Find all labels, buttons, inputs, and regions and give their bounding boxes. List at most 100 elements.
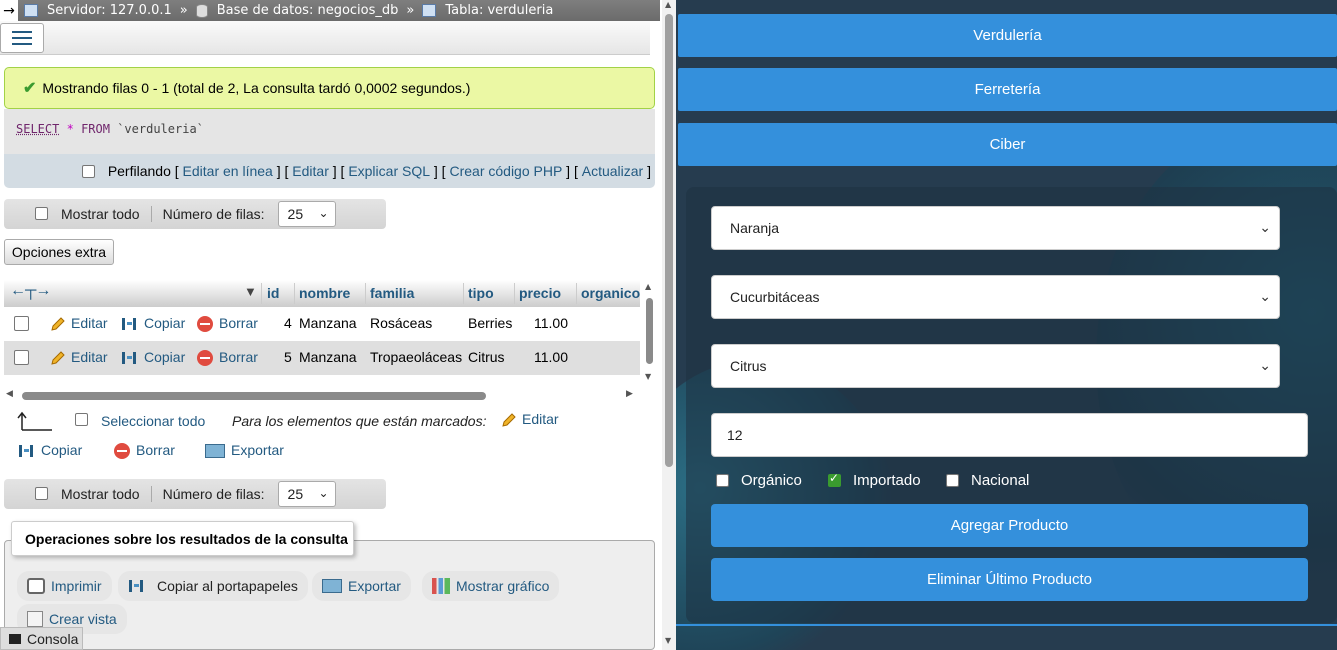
row-delete-link[interactable]: Borrar xyxy=(197,349,258,367)
importado-label: Importado xyxy=(853,472,921,489)
family-select[interactable]: Cucurbitáceas ⌄ xyxy=(711,275,1280,319)
importado-option[interactable]: Importado xyxy=(828,471,921,489)
row-edit-label: Editar xyxy=(71,349,108,365)
breadcrumb-table[interactable]: Tabla: verduleria xyxy=(445,3,553,18)
export-button[interactable]: Exportar xyxy=(312,571,411,601)
column-resize-arrows-icon[interactable]: ←┬→ xyxy=(10,282,51,300)
column-header-familia[interactable]: familia xyxy=(370,285,414,301)
row-copy-link[interactable]: Copiar xyxy=(121,315,185,332)
rows-select[interactable]: 25 ⌄ xyxy=(277,201,336,227)
refresh-link[interactable]: Actualizar xyxy=(582,163,643,179)
divider xyxy=(150,486,152,502)
console-toggle[interactable]: Consola xyxy=(0,627,83,650)
nav-ciber-button[interactable]: Ciber xyxy=(678,123,1337,166)
show-chart-button[interactable]: Mostrar gráfico xyxy=(422,571,560,601)
page-vertical-scrollbar[interactable]: ▲ ▼ xyxy=(662,0,676,650)
breadcrumb-database[interactable]: Base de datos: negocios_db xyxy=(217,3,399,18)
column-header-nombre[interactable]: nombre xyxy=(299,285,350,301)
bulk-delete-button[interactable]: Borrar xyxy=(114,442,175,460)
show-all-checkbox[interactable] xyxy=(35,487,48,500)
nav-bar-bottom: Mostrar todo Número de filas: 25 ⌄ xyxy=(4,479,386,509)
pencil-icon xyxy=(502,413,516,427)
copy-clipboard-button[interactable]: Copiar al portapapeles xyxy=(118,571,308,601)
bar-chart-icon xyxy=(432,578,450,594)
table-horizontal-scrollbar[interactable]: ◀ ▶ xyxy=(4,389,636,403)
product-select[interactable]: Naranja ⌄ xyxy=(711,206,1280,250)
bulk-copy-button[interactable]: Copiar xyxy=(18,442,82,459)
cell-tipo[interactable]: Citrus xyxy=(468,349,505,365)
bulk-export-label: Exportar xyxy=(231,442,284,458)
row-checkbox[interactable] xyxy=(14,350,29,365)
cell-precio[interactable]: 11.00 xyxy=(534,315,568,331)
copy-icon xyxy=(122,352,136,365)
back-arrow-icon[interactable]: → xyxy=(0,0,18,21)
cell-id[interactable]: 5 xyxy=(284,349,292,365)
table-vertical-scrollbar[interactable]: ▲ ▼ xyxy=(644,280,654,384)
sort-triangle-icon[interactable]: ▼ xyxy=(244,284,257,299)
rows-select[interactable]: 25 ⌄ xyxy=(277,481,336,507)
type-select[interactable]: Citrus ⌄ xyxy=(711,344,1280,388)
copy-clipboard-label: Copiar al portapapeles xyxy=(157,578,298,594)
table-header: ←┬→ ▼ id nombre familia tipo precio orga… xyxy=(4,280,640,307)
nacional-checkbox[interactable] xyxy=(946,474,959,487)
show-all-checkbox[interactable] xyxy=(35,207,48,220)
query-operations-legend: Operaciones sobre los resultados de la c… xyxy=(11,521,354,556)
checkbox-row: Orgánico Importado Nacional xyxy=(676,470,1276,494)
nav-bar-top: Mostrar todo Número de filas: 25 ⌄ xyxy=(4,199,386,229)
row-edit-link[interactable]: Editar xyxy=(50,315,108,332)
print-button[interactable]: Imprimir xyxy=(17,571,112,601)
importado-checkbox[interactable] xyxy=(828,471,841,487)
edit-link[interactable]: Editar xyxy=(292,163,329,179)
organico-checkbox[interactable] xyxy=(716,474,729,487)
nav-verduleria-button[interactable]: Verdulería xyxy=(678,14,1337,57)
database-icon xyxy=(195,3,208,18)
nav-ferreteria-button[interactable]: Ferretería xyxy=(678,68,1337,111)
explain-sql-link[interactable]: Explicar SQL xyxy=(348,163,430,179)
column-header-tipo[interactable]: tipo xyxy=(468,285,494,301)
remove-last-product-button[interactable]: Eliminar Último Producto xyxy=(711,558,1308,601)
cell-nombre[interactable]: Manzana xyxy=(299,349,357,365)
breadcrumb-separator: » xyxy=(406,3,415,18)
cell-precio[interactable]: 11.00 xyxy=(534,349,568,365)
table-row: Editar Copiar Borrar 4 Manzana Rosáceas … xyxy=(4,307,640,341)
breadcrumb-separator: » xyxy=(179,3,188,18)
column-header-precio[interactable]: precio xyxy=(519,285,561,301)
column-header-organico[interactable]: organico xyxy=(581,285,640,301)
select-all-checkbox[interactable] xyxy=(75,413,88,426)
sql-star: * xyxy=(66,122,74,136)
extra-options-button[interactable]: Opciones extra xyxy=(4,239,114,265)
cell-familia[interactable]: Tropaeoláceas xyxy=(370,349,462,365)
hamburger-menu-icon[interactable] xyxy=(0,23,44,53)
row-delete-link[interactable]: Borrar xyxy=(197,315,258,333)
row-edit-label: Editar xyxy=(71,315,108,331)
select-all-label[interactable]: Seleccionar todo xyxy=(101,413,205,429)
row-edit-link[interactable]: Editar xyxy=(50,349,108,366)
column-header-id[interactable]: id xyxy=(267,285,279,301)
organico-option[interactable]: Orgánico xyxy=(716,472,802,489)
nacional-option[interactable]: Nacional xyxy=(946,472,1029,489)
add-product-button[interactable]: Agregar Producto xyxy=(711,504,1308,547)
cell-id[interactable]: 4 xyxy=(284,315,292,331)
bulk-edit-button[interactable]: Editar xyxy=(501,411,559,428)
cell-nombre[interactable]: Manzana xyxy=(299,315,357,331)
printer-icon xyxy=(27,578,45,594)
cell-familia[interactable]: Rosáceas xyxy=(370,315,432,331)
profiling-bar: Perfilando [ Editar en línea ] [ Editar … xyxy=(4,154,655,188)
copy-icon xyxy=(19,445,33,458)
create-view-label: Crear vista xyxy=(49,611,117,627)
create-php-code-link[interactable]: Crear código PHP xyxy=(449,163,562,179)
profiling-checkbox[interactable] xyxy=(81,164,95,178)
edit-inline-link[interactable]: Editar en línea xyxy=(183,163,273,179)
sql-select[interactable]: SELECT xyxy=(16,122,59,136)
bulk-export-button[interactable]: Exportar xyxy=(205,442,284,459)
row-copy-label: Copiar xyxy=(144,349,186,365)
breadcrumb-server[interactable]: Servidor: 127.0.0.1 xyxy=(47,3,172,18)
type-select-value: Citrus xyxy=(730,358,767,374)
price-input[interactable]: 12 xyxy=(711,413,1308,457)
cell-tipo[interactable]: Berries xyxy=(468,315,512,331)
arrow-up-left-icon xyxy=(17,411,52,431)
delete-icon xyxy=(197,350,213,367)
row-copy-link[interactable]: Copiar xyxy=(121,349,185,366)
row-checkbox[interactable] xyxy=(14,316,29,331)
price-input-value: 12 xyxy=(727,427,743,443)
